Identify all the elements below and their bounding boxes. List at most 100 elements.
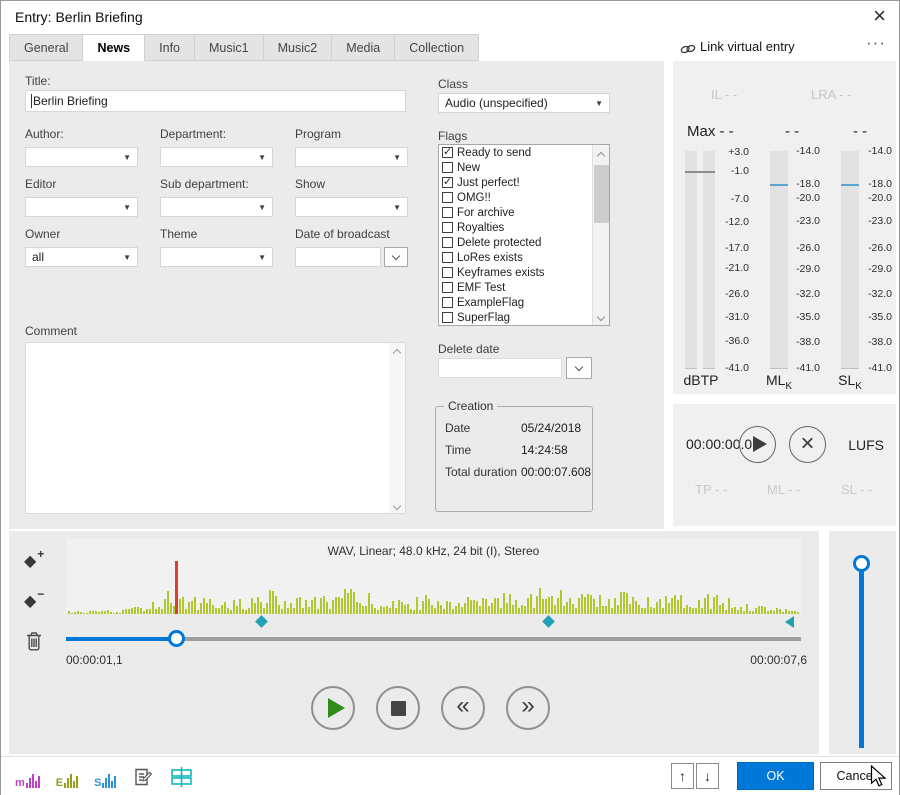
clip-marker-icon[interactable]: [542, 615, 555, 628]
creation-row-value: 00:00:07.608: [521, 465, 591, 479]
flag-item-emf-test[interactable]: EMF Test: [439, 280, 592, 295]
multitrack-view-button[interactable]: [170, 766, 194, 788]
edit-metadata-button[interactable]: [132, 766, 154, 788]
flag-item-omg[interactable]: OMG!!: [439, 190, 592, 205]
field-theme: Theme▼: [160, 227, 273, 267]
combo-owner[interactable]: all▼: [25, 247, 138, 267]
meter-tick: -20.0: [774, 192, 820, 204]
checkbox[interactable]: [442, 162, 453, 173]
tab-info[interactable]: Info: [145, 34, 195, 61]
combo-editor[interactable]: ▼: [25, 197, 138, 217]
lufs-cancel-button[interactable]: ×: [789, 426, 826, 463]
rewind-button[interactable]: «: [441, 686, 485, 730]
playhead[interactable]: [175, 561, 178, 614]
checkbox[interactable]: [442, 237, 453, 248]
checkbox[interactable]: [442, 282, 453, 293]
dropdown-arrow-icon: ▼: [258, 203, 266, 212]
slider-thumb[interactable]: [168, 630, 185, 647]
checkbox-checked[interactable]: ✓: [442, 177, 453, 188]
waveform-display[interactable]: WAV, Linear; 48.0 kHz, 24 bit (I), Stere…: [66, 539, 801, 614]
tab-news[interactable]: News: [83, 34, 145, 61]
scroll-up-icon[interactable]: [393, 349, 401, 357]
add-marker-button[interactable]: ◆+: [24, 551, 36, 571]
checkbox[interactable]: [442, 312, 453, 323]
waveform-view-icon-E[interactable]: E: [56, 774, 78, 788]
delete-markers-button[interactable]: [24, 629, 44, 657]
title-input[interactable]: Berlin Briefing: [25, 90, 406, 112]
close-icon[interactable]: ×: [873, 3, 886, 29]
tab-general[interactable]: General: [9, 34, 83, 61]
class-combo[interactable]: Audio (unspecified) ▼: [438, 93, 610, 113]
delete-date-input[interactable]: [438, 358, 562, 378]
rewind-icon: «: [443, 692, 483, 720]
checkbox-checked[interactable]: ✓: [442, 147, 453, 158]
field-label: Program: [295, 127, 408, 141]
delete-date-dropdown-button[interactable]: [566, 357, 592, 379]
title-label: Title:: [25, 74, 51, 88]
combo-theme[interactable]: ▼: [160, 247, 273, 267]
waveform-view-icon-S[interactable]: S: [94, 774, 116, 788]
edit-document-icon: [132, 766, 154, 788]
checkbox[interactable]: [442, 297, 453, 308]
previous-entry-button[interactable]: ↑: [671, 763, 694, 789]
flag-item-exampleflag[interactable]: ExampleFlag: [439, 295, 592, 310]
cancel-button[interactable]: Cancel: [820, 762, 892, 790]
delete-date-label: Delete date: [438, 342, 499, 356]
date-dropdown-button[interactable]: [384, 247, 408, 267]
combo-show[interactable]: ▼: [295, 197, 408, 217]
checkbox[interactable]: [442, 207, 453, 218]
flags-scrollbar[interactable]: [592, 145, 609, 325]
flag-item-superflag[interactable]: SuperFlag: [439, 310, 592, 325]
volume-slider-track[interactable]: [859, 571, 864, 748]
lufs-play-button[interactable]: [739, 426, 776, 463]
meter-tick: -21.0: [703, 262, 749, 274]
meter-tick: -32.0: [846, 288, 892, 300]
slider-fill: [66, 637, 176, 641]
more-options-icon[interactable]: ···: [866, 33, 886, 53]
field-editor: Editor▼: [25, 177, 138, 217]
tab-media[interactable]: Media: [332, 34, 395, 61]
flag-item-ready-to-send[interactable]: ✓Ready to send: [439, 145, 592, 160]
checkbox[interactable]: [442, 222, 453, 233]
remove-marker-button[interactable]: ◆−: [24, 591, 36, 611]
checkbox[interactable]: [442, 252, 453, 263]
forward-button[interactable]: »: [506, 686, 550, 730]
volume-slider-thumb[interactable]: [853, 555, 870, 572]
icon-letter: m: [15, 779, 25, 788]
flag-item-delete-protected[interactable]: Delete protected: [439, 235, 592, 250]
flag-item-lores-exists[interactable]: LoRes exists: [439, 250, 592, 265]
seek-slider[interactable]: [66, 630, 801, 648]
comment-scrollbar[interactable]: [389, 343, 405, 513]
meter-tick: -29.0: [774, 263, 820, 275]
date-input[interactable]: [295, 247, 381, 267]
checkbox[interactable]: [442, 192, 453, 203]
flag-item-keyframes-exists[interactable]: Keyframes exists: [439, 265, 592, 280]
combo-sub-department[interactable]: ▼: [160, 197, 273, 217]
lufs-panel: 00:00:00.0 × LUFS TP - - ML - - SL - -: [673, 404, 896, 526]
scroll-down-icon[interactable]: [597, 313, 605, 321]
dropdown-arrow-icon: ▼: [123, 253, 131, 262]
combo-program[interactable]: ▼: [295, 147, 408, 167]
stop-button[interactable]: [376, 686, 420, 730]
flag-item-new[interactable]: New: [439, 160, 592, 175]
flag-item-for-archive[interactable]: For archive: [439, 205, 592, 220]
link-virtual-entry-title[interactable]: Link virtual entry: [700, 39, 795, 54]
tab-music1[interactable]: Music1: [195, 34, 264, 61]
end-marker-icon[interactable]: [785, 616, 794, 628]
tab-collection[interactable]: Collection: [395, 34, 479, 61]
tab-music2[interactable]: Music2: [264, 34, 333, 61]
next-entry-button[interactable]: ↓: [696, 763, 719, 789]
flag-item-just-perfect[interactable]: ✓Just perfect!: [439, 175, 592, 190]
combo-department[interactable]: ▼: [160, 147, 273, 167]
checkbox[interactable]: [442, 267, 453, 278]
clip-marker-icon[interactable]: [255, 615, 268, 628]
comment-textarea[interactable]: [25, 342, 406, 514]
scroll-up-icon[interactable]: [597, 152, 605, 160]
play-button[interactable]: [311, 686, 355, 730]
flag-item-royalties[interactable]: Royalties: [439, 220, 592, 235]
scroll-down-icon[interactable]: [393, 502, 401, 510]
waveform-view-icon-m[interactable]: m: [15, 774, 40, 788]
scrollbar-thumb[interactable]: [594, 165, 609, 223]
combo-author[interactable]: ▼: [25, 147, 138, 167]
ok-button[interactable]: OK: [737, 762, 814, 790]
